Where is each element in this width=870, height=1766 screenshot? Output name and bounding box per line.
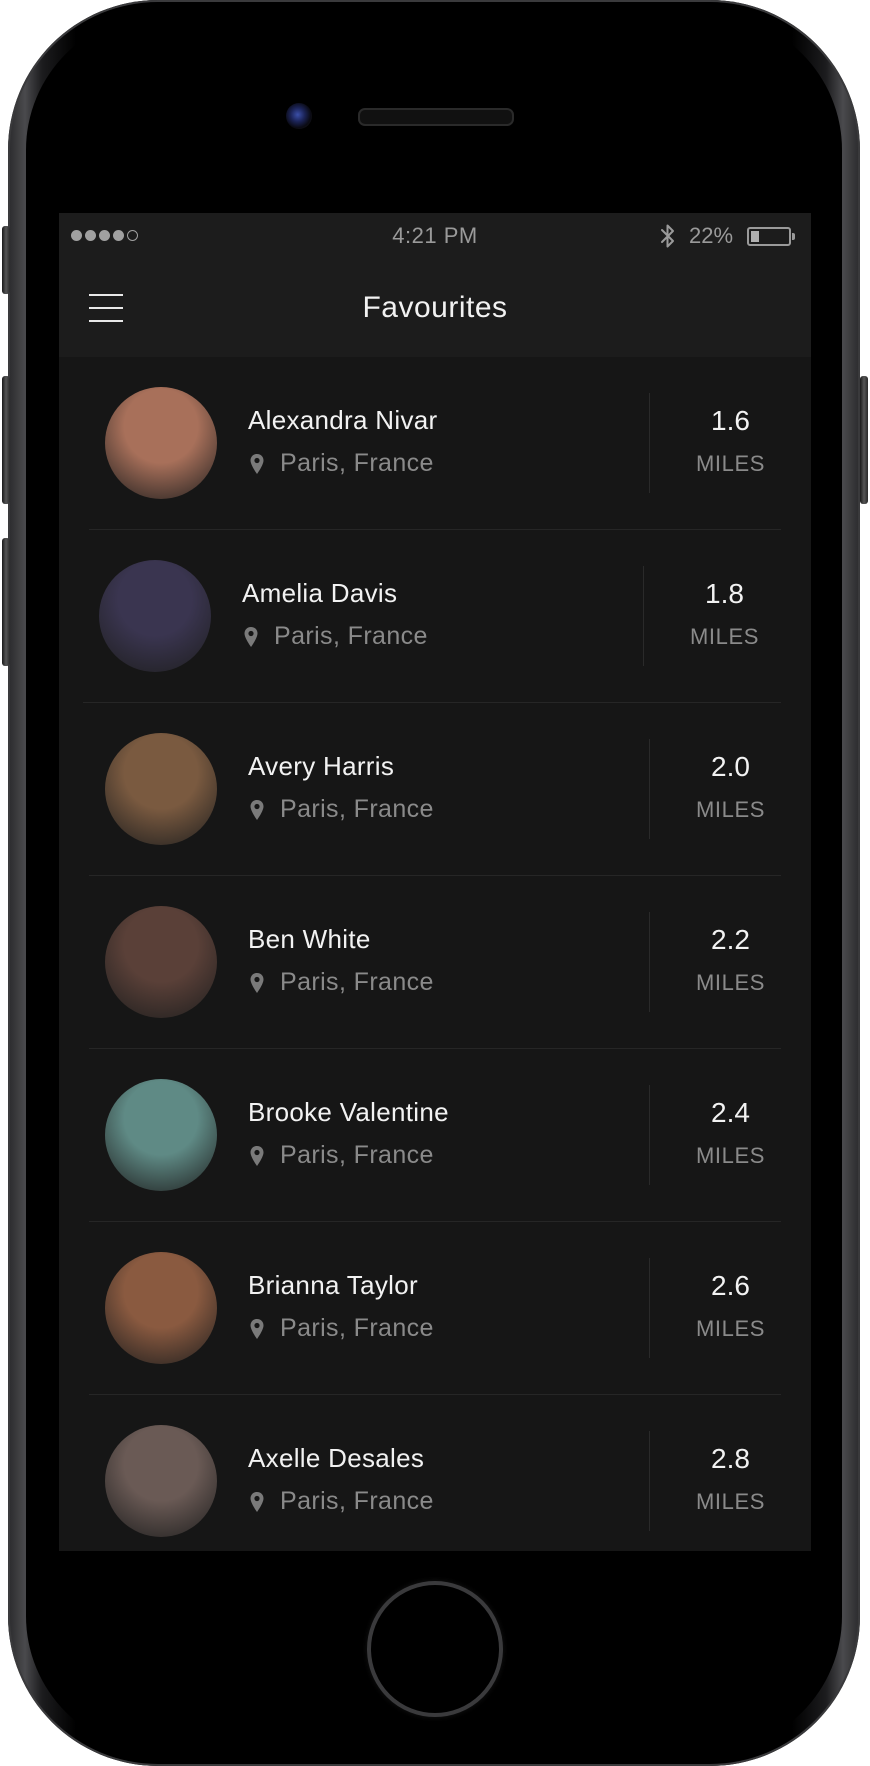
avatar[interactable] [105,906,217,1018]
location-pin-icon [250,800,264,820]
distance-unit: MILES [695,970,766,995]
status-bar: 4:21 PM 22% [59,213,811,259]
list-item[interactable]: Axelle Desales Paris, France 2.8 MILES [59,1395,811,1551]
avatar[interactable] [99,560,211,672]
bluetooth-icon [661,224,674,248]
distance-value: 1.6 [711,405,750,436]
contact-name: Avery Harris [248,751,395,781]
avatar[interactable] [105,387,217,499]
contact-name: Axelle Desales [248,1443,425,1473]
contact-location: Paris, France [280,795,434,823]
battery-icon [747,227,795,246]
battery-percent: 22% [689,223,734,248]
avatar[interactable] [105,1079,217,1191]
contact-name: Brianna Taylor [248,1270,418,1300]
battery-level-fill [751,231,759,242]
list-item[interactable]: Alexandra Nivar Paris, France 1.6 MILES [59,357,811,530]
distance-unit: MILES [695,1489,766,1514]
list-item[interactable]: Ben White Paris, France 2.2 MILES [59,876,811,1049]
contact-name: Amelia Davis [242,578,398,608]
distance-value: 2.8 [711,1443,750,1474]
contact-location: Paris, France [274,622,428,650]
app-screen: 4:21 PM 22% Favourites Alexandra Nivar P… [59,213,811,1551]
contact-name: Alexandra Nivar [248,405,438,435]
navigation-bar: Favourites [59,259,811,357]
distance-value: 1.8 [705,578,744,609]
avatar[interactable] [105,1425,217,1537]
distance-value: 2.0 [711,751,750,782]
mute-switch [2,226,10,294]
contact-location: Paris, France [280,1314,434,1342]
list-item[interactable]: Amelia Davis Paris, France 1.8 MILES [59,530,811,703]
earpiece-speaker [358,108,514,126]
list-item[interactable]: Brooke Valentine Paris, France 2.4 MILES [59,1049,811,1222]
distance-unit: MILES [695,797,766,822]
device-stage: 4:21 PM 22% Favourites Alexandra Nivar P… [0,0,870,1766]
location-pin-icon [250,973,264,993]
contact-location: Paris, France [280,1487,434,1515]
power-button [860,376,868,504]
volume-up-button [2,376,10,504]
distance-unit: MILES [695,1143,766,1168]
contact-location: Paris, France [280,449,434,477]
front-camera [286,103,312,129]
home-button[interactable] [367,1581,503,1717]
location-pin-icon [250,454,264,474]
avatar[interactable] [105,733,217,845]
contact-location: Paris, France [280,1141,434,1169]
page-title: Favourites [362,291,508,324]
location-pin-icon [250,1319,264,1339]
location-pin-icon [250,1492,264,1512]
distance-value: 2.4 [711,1097,750,1128]
contact-name: Ben White [248,924,371,954]
distance-value: 2.6 [711,1270,750,1301]
location-pin-icon [244,627,258,647]
distance-unit: MILES [695,1316,766,1341]
contact-location: Paris, France [280,968,434,996]
location-pin-icon [250,1146,264,1166]
avatar[interactable] [105,1252,217,1364]
distance-unit: MILES [689,624,760,649]
contact-name: Brooke Valentine [248,1097,449,1127]
list-item[interactable]: Avery Harris Paris, France 2.0 MILES [59,703,811,876]
favourites-list: Alexandra Nivar Paris, France 1.6 MILES … [59,357,811,1551]
distance-value: 2.2 [711,924,750,955]
distance-unit: MILES [695,451,766,476]
list-item[interactable]: Brianna Taylor Paris, France 2.6 MILES [59,1222,811,1395]
volume-down-button [2,538,10,666]
